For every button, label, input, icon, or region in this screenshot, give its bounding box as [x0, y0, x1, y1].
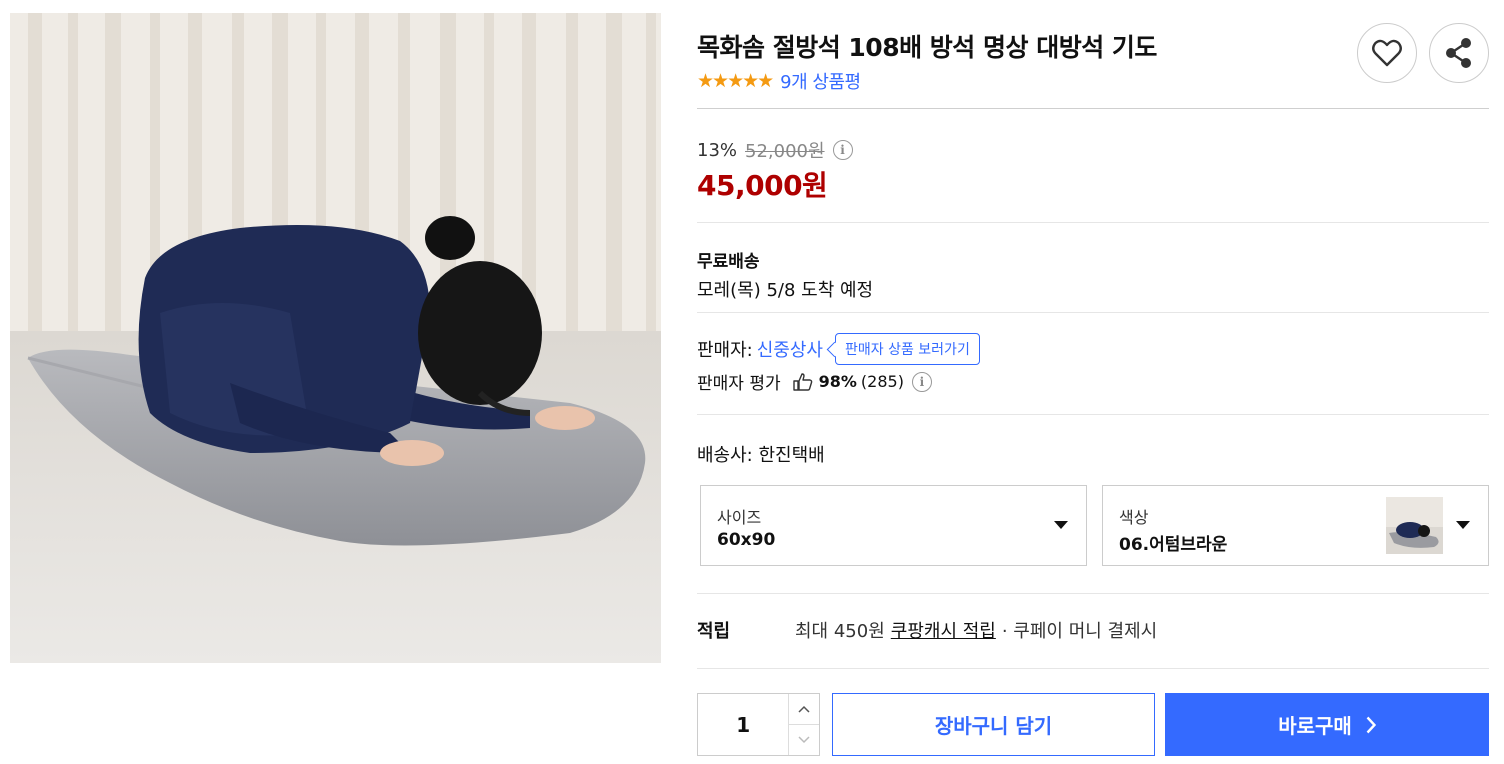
- info-icon[interactable]: i: [911, 371, 932, 392]
- buy-now-label: 바로구매: [1278, 714, 1352, 738]
- product-photo-illustration: [10, 13, 661, 663]
- thumbs-up-icon: [792, 372, 812, 391]
- seller-row: 판매자: 신중상사 판매자 상품 보러가기: [697, 333, 980, 365]
- size-option-select[interactable]: 사이즈 60x90: [700, 485, 1087, 566]
- heart-icon: [1372, 39, 1402, 67]
- discount-rate: 13%: [697, 139, 738, 161]
- original-price-row: 13% 52,000원 i: [697, 137, 853, 163]
- courier-info: 배송사: 한진택배: [697, 445, 825, 466]
- color-option-value: 06.어텀브라운: [1119, 535, 1228, 555]
- info-icon[interactable]: i: [832, 140, 853, 160]
- share-icon: [1446, 38, 1471, 68]
- share-button[interactable]: [1429, 23, 1489, 83]
- caret-down-icon: [1054, 521, 1068, 529]
- chevron-down-icon: [798, 736, 810, 744]
- divider: [697, 312, 1489, 313]
- size-option-label: 사이즈: [717, 508, 762, 527]
- seller-name-link[interactable]: 신중상사: [757, 336, 823, 362]
- buy-now-button[interactable]: 바로구매: [1165, 693, 1489, 756]
- product-info-panel: 목화솜 절방석 108배 방석 명상 대방석 기도 ★★★★★ 9개 상품평 1…: [697, 0, 1489, 764]
- divider: [697, 414, 1489, 415]
- shipping-title: 무료배송: [697, 252, 760, 272]
- wishlist-button[interactable]: [1357, 23, 1417, 83]
- sale-price: 45,000원: [697, 169, 828, 202]
- quantity-decrease-button[interactable]: [789, 725, 819, 755]
- seller-label: 판매자:: [697, 340, 753, 361]
- seller-products-tooltip[interactable]: 판매자 상품 보러가기: [835, 333, 980, 365]
- rating-row: ★★★★★ 9개 상품평: [697, 68, 861, 94]
- quantity-increase-button[interactable]: [789, 694, 819, 725]
- color-thumbnail-image: [1386, 497, 1443, 554]
- coupang-cash-link[interactable]: 쿠팡캐시 적립: [891, 617, 996, 643]
- add-to-cart-button[interactable]: 장바구니 담기: [832, 693, 1155, 756]
- arrival-date: 모레(목) 5/8 도착 예정: [697, 280, 874, 301]
- product-image[interactable]: [10, 13, 661, 663]
- add-to-cart-label: 장바구니 담기: [934, 714, 1053, 738]
- reward-title: 적립: [697, 621, 731, 642]
- divider: [697, 668, 1489, 669]
- color-option-select[interactable]: 색상 06.어텀브라운: [1102, 485, 1489, 566]
- original-price: 52,000원: [745, 141, 825, 162]
- reward-condition: · 쿠페이 머니 결제시: [1001, 621, 1158, 642]
- star-rating: ★★★★★: [697, 70, 774, 92]
- product-title: 목화솜 절방석 108배 방석 명상 대방석 기도: [697, 33, 1157, 62]
- chevron-right-icon: [1366, 716, 1376, 733]
- reward-row: 적립 최대 450원 쿠팡캐시 적립 · 쿠페이 머니 결제시: [697, 617, 1157, 643]
- caret-down-icon: [1456, 521, 1470, 529]
- size-option-value: 60x90: [717, 530, 776, 550]
- color-option-label: 색상: [1119, 508, 1149, 527]
- quantity-input[interactable]: 1: [698, 694, 788, 755]
- chevron-up-icon: [798, 705, 810, 713]
- seller-rating-label: 판매자 평가: [697, 374, 781, 394]
- divider: [697, 593, 1489, 594]
- seller-rating-percent: 98%: [818, 372, 857, 391]
- seller-rating-row: 판매자 평가 98% (285) i: [697, 369, 932, 394]
- color-option-thumbnail: [1386, 497, 1443, 554]
- divider: [697, 108, 1489, 109]
- seller-rating-count: (285): [860, 372, 904, 391]
- review-count-link[interactable]: 9개 상품평: [780, 68, 861, 94]
- quantity-steppers: [788, 694, 819, 755]
- quantity-stepper: 1: [697, 693, 820, 756]
- divider: [697, 222, 1489, 223]
- reward-amount: 최대 450원: [795, 621, 885, 642]
